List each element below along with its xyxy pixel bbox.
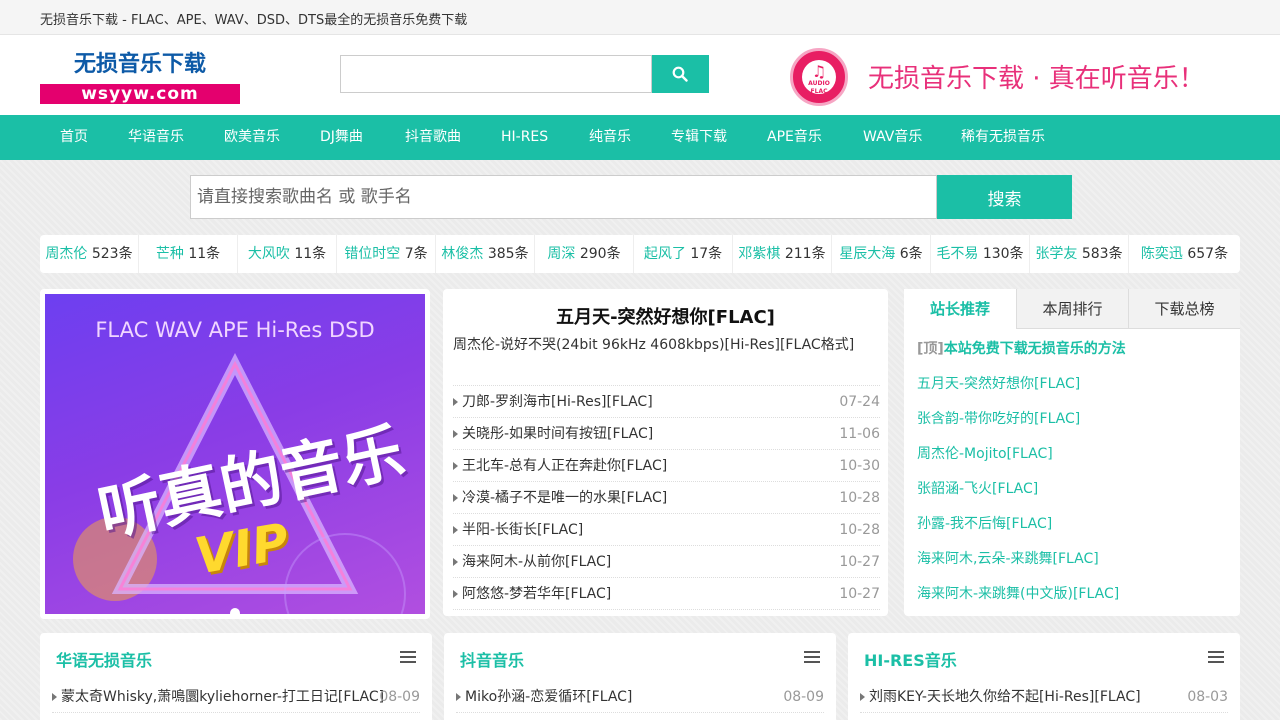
site-title: 无损音乐下载 - FLAC、APE、WAV、DSD、DTS最全的无损音乐免费下载: [40, 13, 468, 28]
hot-artist-item[interactable]: 邓紫棋 211条: [733, 235, 832, 273]
badge-text: AUDIO FLAC: [808, 80, 830, 95]
nav-item-dj[interactable]: DJ舞曲: [320, 115, 363, 160]
main-nav: 首页 华语音乐 欧美音乐 DJ舞曲 抖音歌曲 HI-RES 纯音乐 专辑下载 A…: [0, 115, 1280, 160]
music-note-icon: ♫: [811, 62, 827, 81]
hot-artist-item[interactable]: 错位时空 7条: [337, 235, 436, 273]
nav-item-album[interactable]: 专辑下载: [671, 115, 727, 160]
site-logo[interactable]: 无损音乐下载 wsyyw.com: [40, 50, 240, 105]
promo-banner[interactable]: FLAC WAV APE Hi-Res DSD 听真的音乐 VIP: [40, 289, 430, 619]
list-item[interactable]: 张含韵-带你吃好的[FLAC]: [917, 402, 1227, 437]
hot-artist-item[interactable]: 毛不易 130条: [931, 235, 1030, 273]
nav-item-pure[interactable]: 纯音乐: [589, 115, 631, 160]
hot-artist-item[interactable]: 周杰伦 523条: [40, 235, 139, 273]
hot-artist-item[interactable]: 张学友 583条: [1030, 235, 1129, 273]
list-item[interactable]: 孙露-我不后悔[FLAC]: [917, 507, 1227, 542]
recommend-list: [顶]本站免费下载无损音乐的方法 五月天-突然好想你[FLAC] 张含韵-带你吃…: [917, 332, 1227, 612]
list-item[interactable]: 五月天-突然好想你[FLAC]: [917, 367, 1227, 402]
banner-formats: FLAC WAV APE Hi-Res DSD: [95, 318, 375, 342]
top-bar: 无损音乐下载 - FLAC、APE、WAV、DSD、DTS最全的无损音乐免费下载: [0, 0, 1280, 35]
hot-artists-bar: 周杰伦 523条 芒种 11条 大风吹 11条 错位时空 7条 林俊杰 385条…: [40, 235, 1240, 273]
carousel-dot[interactable]: [230, 608, 240, 614]
list-item[interactable]: 蒙太奇Whisky,萧鳴圜kyliehorner-打工日记[FLAC] 08-09: [52, 681, 420, 713]
nav-item-western[interactable]: 欧美音乐: [224, 115, 280, 160]
nav-item-wav[interactable]: WAV音乐: [863, 115, 922, 160]
nav-item-rare[interactable]: 稀有无损音乐: [961, 115, 1045, 160]
nav-item-hires[interactable]: HI-RES: [501, 115, 548, 160]
list-icon[interactable]: [400, 650, 416, 664]
list-item[interactable]: 海来阿木,云朵-来跳舞[FLAC]: [917, 542, 1227, 577]
hot-artist-item[interactable]: 芒种 11条: [139, 235, 238, 273]
list-item[interactable]: 周杰伦-Mojito[FLAC]: [917, 437, 1227, 472]
panel-title[interactable]: HI-RES音乐: [864, 647, 957, 671]
header-search-button[interactable]: [652, 55, 709, 93]
tab-weekly[interactable]: 本周排行: [1016, 289, 1128, 329]
caret-right-icon: [453, 398, 458, 406]
caret-right-icon: [453, 494, 458, 502]
header: 无损音乐下载 wsyyw.com ♫ AUDIO FLAC 无损音乐下载 · 真…: [0, 35, 1280, 115]
panel-title[interactable]: 抖音音乐: [460, 647, 524, 671]
logo-text-cn: 无损音乐下载: [73, 52, 206, 77]
list-icon[interactable]: [804, 650, 820, 664]
nav-item-home[interactable]: 首页: [60, 115, 88, 160]
header-slogan: 无损音乐下载 · 真在听音乐！: [868, 64, 1205, 94]
list-item[interactable]: 刀郎-罗刹海市[Hi-Res][FLAC] 07-24: [453, 386, 880, 418]
panel-title[interactable]: 华语无损音乐: [56, 647, 152, 671]
hot-artist-item[interactable]: 大风吹 11条: [238, 235, 337, 273]
list-item[interactable]: Miko孙涵-恋爱循环[FLAC] 08-09: [456, 681, 824, 713]
caret-right-icon: [456, 693, 461, 701]
list-icon[interactable]: [1208, 650, 1224, 664]
audio-flac-badge: ♫ AUDIO FLAC: [790, 48, 848, 106]
caret-right-icon: [453, 430, 458, 438]
caret-right-icon: [860, 693, 865, 701]
list-item[interactable]: 王北车-总有人正在奔赴你[FLAC] 10-30: [453, 450, 880, 482]
caret-right-icon: [453, 462, 458, 470]
caret-right-icon: [453, 558, 458, 566]
logo-text-en: wsyyw.com: [40, 84, 240, 104]
hot-artist-item[interactable]: 周深 290条: [535, 235, 634, 273]
tab-recommend[interactable]: 站长推荐: [904, 289, 1016, 330]
list-item[interactable]: 半阳-长街长[FLAC] 10-28: [453, 514, 880, 546]
sidebar-tabs: 站长推荐 本周排行 下载总榜: [904, 289, 1240, 330]
hot-artist-item[interactable]: 起风了 17条: [634, 235, 733, 273]
caret-right-icon: [453, 590, 458, 598]
nav-item-douyin[interactable]: 抖音歌曲: [405, 115, 461, 160]
list-item[interactable]: 刘雨KEY-天长地久你给不起[Hi-Res][FLAC] 08-03: [860, 681, 1228, 713]
main-search-input[interactable]: [190, 175, 937, 219]
list-item[interactable]: 冷漠-橘子不是唯一的水果[FLAC] 10-28: [453, 482, 880, 514]
nav-item-ape[interactable]: APE音乐: [767, 115, 822, 160]
latest-list: 刀郎-罗刹海市[Hi-Res][FLAC] 07-24 关晓彤-如果时间有按钮[F…: [453, 385, 880, 610]
panel-douyin: 抖音音乐 Miko孙涵-恋爱循环[FLAC] 08-09: [444, 633, 836, 720]
panel-hires: HI-RES音乐 刘雨KEY-天长地久你给不起[Hi-Res][FLAC] 08-…: [848, 633, 1240, 720]
nav-item-chinese[interactable]: 华语音乐: [128, 115, 184, 160]
panel-chinese-lossless: 华语无损音乐 蒙太奇Whisky,萧鳴圜kyliehorner-打工日记[FLA…: [40, 633, 432, 720]
list-item[interactable]: 阿悠悠-梦若华年[FLAC] 10-27: [453, 578, 880, 610]
caret-right-icon: [453, 526, 458, 534]
featured-headline[interactable]: 五月天-突然好想你[FLAC]: [443, 303, 888, 329]
tab-downloads[interactable]: 下载总榜: [1128, 289, 1240, 329]
banner-image: FLAC WAV APE Hi-Res DSD 听真的音乐 VIP: [45, 294, 425, 614]
list-item[interactable]: 张韶涵-飞火[FLAC]: [917, 472, 1227, 507]
featured-subtitle[interactable]: 周杰伦-说好不哭(24bit 96kHz 4608kbps)[Hi-Res][F…: [453, 334, 854, 354]
main-search-button[interactable]: 搜索: [937, 175, 1072, 219]
header-search-input[interactable]: [340, 55, 652, 93]
caret-right-icon: [52, 693, 57, 701]
hot-artist-item[interactable]: 星辰大海 6条: [832, 235, 931, 273]
hot-artist-item[interactable]: 陈奕迅 657条: [1129, 235, 1240, 273]
hot-artist-item[interactable]: 林俊杰 385条: [436, 235, 535, 273]
list-item[interactable]: 关晓彤-如果时间有按钮[FLAC] 11-06: [453, 418, 880, 450]
search-icon: [672, 66, 688, 82]
sidebar-panel: 站长推荐 本周排行 下载总榜 [顶]本站免费下载无损音乐的方法 五月天-突然好想…: [904, 289, 1240, 616]
pinned-badge: [顶]: [917, 341, 944, 357]
list-item[interactable]: 海来阿木-来跳舞(中文版)[FLAC]: [917, 577, 1227, 612]
list-item-pinned[interactable]: [顶]本站免费下载无损音乐的方法: [917, 332, 1227, 367]
list-item[interactable]: 海来阿木-从前你[FLAC] 10-27: [453, 546, 880, 578]
featured-panel: 五月天-突然好想你[FLAC] 周杰伦-说好不哭(24bit 96kHz 460…: [443, 289, 888, 616]
